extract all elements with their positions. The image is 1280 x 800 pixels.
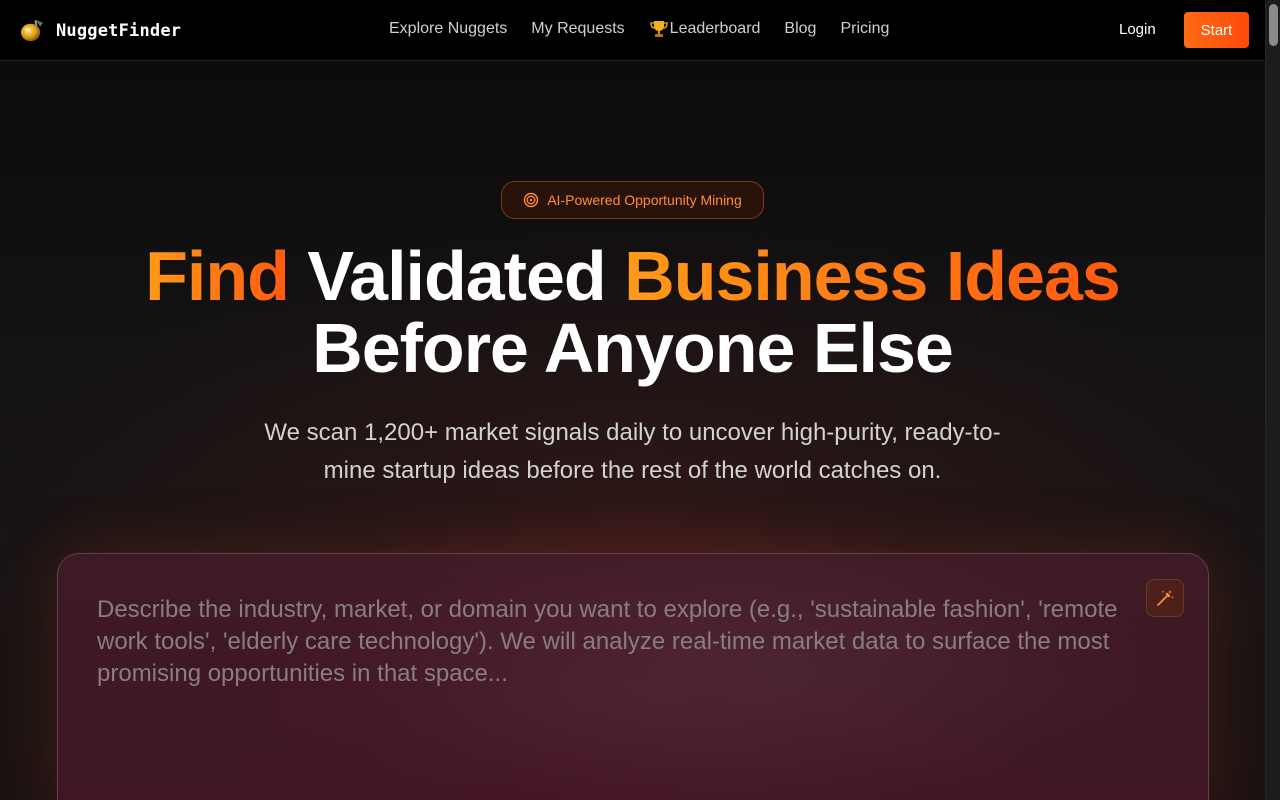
scrollbar-thumb[interactable] [1269,4,1278,46]
badge-label: AI-Powered Opportunity Mining [547,192,742,208]
main-nav: Explore Nuggets My Requests Leaderboard … [389,19,889,39]
magic-wand-icon [1157,590,1174,606]
trophy-icon [649,21,668,37]
brand-logo[interactable]: NuggetFinder [19,17,181,44]
nav-blog[interactable]: Blog [784,20,816,38]
idea-prompt-input[interactable] [97,594,1147,794]
page: NuggetFinder Explore Nuggets My Requests… [0,0,1280,800]
magic-wand-button[interactable] [1146,579,1184,617]
brand-name: NuggetFinder [56,20,182,41]
nav-pricing[interactable]: Pricing [840,20,889,38]
headline-find: Find [145,237,290,315]
headline-business-ideas: Business Ideas [624,237,1121,315]
gold-nugget-icon [20,19,44,42]
target-icon [524,192,539,208]
idea-prompt-box [57,553,1209,800]
hero-subtitle: We scan 1,200+ market signals daily to u… [264,419,1001,484]
start-button[interactable]: Start [1184,12,1249,48]
headline-validated: Validated [288,237,625,315]
ai-badge: AI-Powered Opportunity Mining [501,181,764,219]
top-navbar: NuggetFinder Explore Nuggets My Requests… [0,0,1265,61]
nav-my-requests[interactable]: My Requests [531,20,624,38]
nav-explore-nuggets[interactable]: Explore Nuggets [389,20,507,38]
nav-leaderboard-label: Leaderboard [669,20,761,37]
page-scrollbar[interactable] [1265,0,1280,800]
login-link[interactable]: Login [1119,21,1156,38]
hero-headline: Find Validated Business Ideas Before Any… [0,240,1265,384]
nav-leaderboard[interactable]: Leaderboard [649,19,761,39]
headline-line2: Before Anyone Else [312,309,954,387]
